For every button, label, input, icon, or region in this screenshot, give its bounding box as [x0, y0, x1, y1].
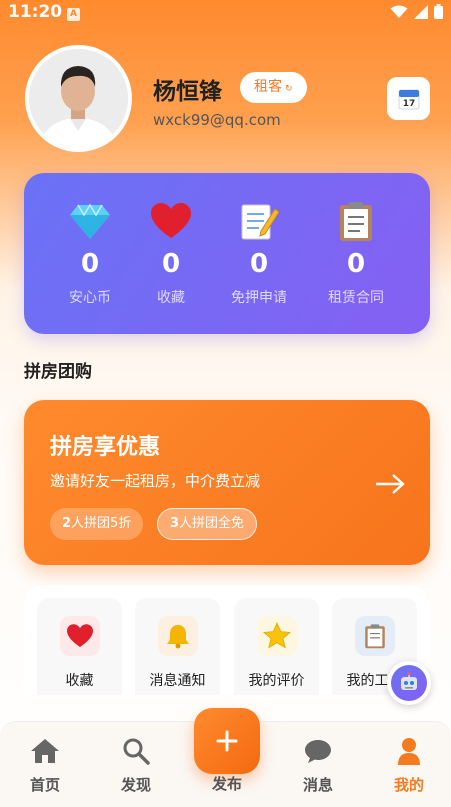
stat-deposit-free[interactable]: 0 免押申请 [217, 199, 301, 307]
avatar-photo [29, 49, 128, 148]
quick-icon-box [157, 616, 198, 656]
arrow-right-icon[interactable] [374, 472, 406, 496]
status-icons [390, 4, 443, 19]
stat-value: 0 [249, 249, 269, 279]
stat-label: 免押申请 [231, 290, 287, 306]
svg-text:17: 17 [402, 99, 415, 109]
notification-icon: A [67, 8, 80, 21]
switch-icon: ↻ [285, 84, 293, 94]
battery-icon [434, 4, 443, 19]
assistant-badge [391, 665, 427, 701]
wifi-icon [390, 5, 408, 18]
person-photo-icon [29, 49, 128, 148]
memo-icon [241, 204, 279, 240]
promo-title: 拼房享优惠 [50, 435, 161, 460]
stat-label: 收藏 [157, 290, 185, 306]
promo-tag-text: 人拼团5折 [71, 516, 132, 531]
tab-messages[interactable]: 消息 [273, 722, 363, 807]
search-icon [123, 738, 150, 765]
stat-favorites[interactable]: 0 收藏 [129, 199, 213, 307]
quick-icon-box [354, 616, 395, 656]
stat-value: 0 [80, 249, 100, 279]
signal-icon [414, 4, 428, 19]
status-bar: 11:20 A [0, 0, 451, 28]
promo-tag-selected[interactable]: 3人拼团全免 [157, 508, 258, 540]
quick-action-favorites[interactable]: 收藏 [37, 598, 122, 695]
promo-description: 邀请好友一起租房，中介费立减 [50, 472, 261, 490]
user-email: wxck99@qq.com [153, 111, 281, 129]
heart-icon [66, 624, 93, 648]
stat-contracts[interactable]: 0 租赁合同 [314, 199, 398, 307]
tab-label: 首页 [29, 776, 60, 794]
home-icon [31, 739, 59, 763]
quick-action-label: 收藏 [65, 673, 94, 689]
tab-label: 发现 [120, 776, 151, 794]
tab-profile[interactable]: 我的 [364, 722, 451, 807]
calendar-button[interactable]: 17 [387, 77, 430, 120]
chat-icon [305, 740, 331, 763]
stat-label: 租赁合同 [328, 290, 384, 306]
tab-home[interactable]: 首页 [0, 722, 90, 807]
quick-icon-box [256, 616, 297, 656]
avatar[interactable] [25, 45, 132, 152]
tab-label: 我的 [393, 776, 424, 794]
stats-card: 0 安心币 0 收藏 0 免押申请 0 租赁合同 [24, 173, 430, 334]
stat-value: 0 [161, 249, 181, 279]
promo-card[interactable]: 拼房享优惠 邀请好友一起租房，中介费立减 2人拼团5折 3人拼团全免 [24, 400, 430, 565]
status-time: 11:20 [8, 2, 63, 22]
section-title: 拼房团购 [24, 362, 92, 382]
star-icon [262, 622, 291, 649]
promo-tag-number: 2 [62, 516, 72, 531]
promo-tag-text: 人拼团全免 [179, 516, 245, 531]
role-badge[interactable]: 租客 ↻ [240, 72, 307, 103]
diamond-icon [70, 203, 110, 239]
quick-action-notifications[interactable]: 消息通知 [135, 598, 220, 695]
quick-action-label: 我的评价 [248, 673, 305, 689]
quick-action-reviews[interactable]: 我的评价 [234, 598, 319, 695]
tab-discover[interactable]: 发现 [91, 722, 181, 807]
quick-action-label: 消息通知 [149, 673, 206, 689]
robot-icon [401, 672, 417, 690]
clipboard-icon [340, 202, 372, 241]
promo-tag-number: 3 [170, 516, 180, 531]
publish-label[interactable]: 发布 [194, 773, 260, 794]
bell-icon [166, 625, 189, 649]
assistant-button[interactable] [387, 661, 431, 705]
heart-icon [151, 203, 191, 238]
clipboard-icon [364, 624, 385, 649]
plus-icon [216, 730, 238, 752]
tab-label: 消息 [302, 776, 333, 794]
publish-button[interactable] [194, 708, 260, 774]
stat-label: 安心币 [69, 290, 111, 306]
quick-icon-box [59, 616, 100, 656]
person-icon [398, 738, 420, 765]
quick-actions-panel: 收藏 消息通知 我的评价 我的工单 [24, 585, 430, 695]
user-name: 杨恒锋 [153, 79, 222, 105]
role-badge-label: 租客 [254, 79, 282, 95]
stat-value: 0 [346, 249, 366, 279]
calendar-icon: 17 [398, 89, 419, 109]
promo-tag[interactable]: 2人拼团5折 [50, 508, 144, 540]
stat-coins[interactable]: 0 安心币 [48, 199, 132, 307]
